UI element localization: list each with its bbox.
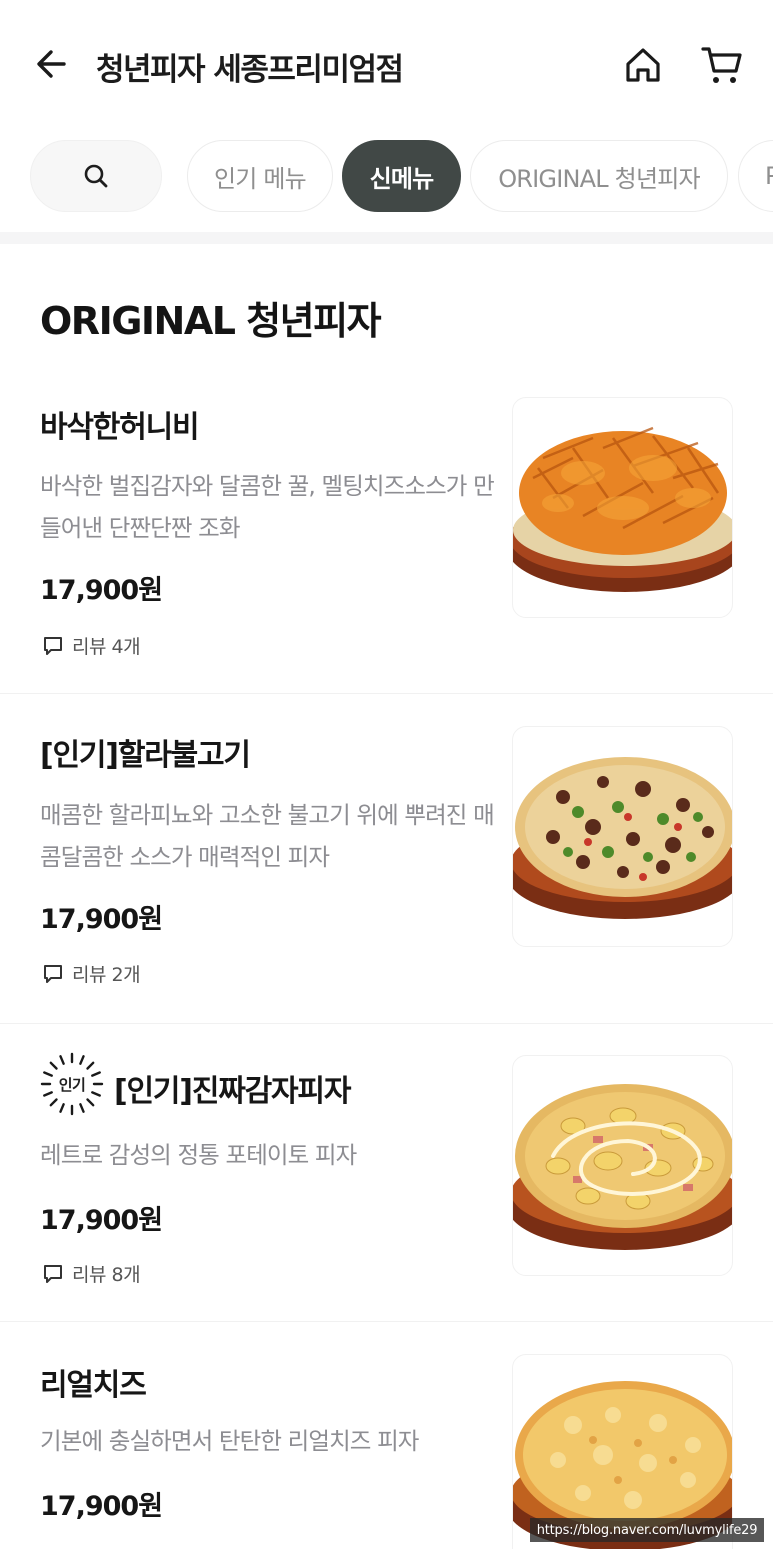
waffle-fries-pizza-image: [513, 426, 732, 592]
section-title: ORIGINAL 청년피자: [40, 299, 382, 343]
item-name: 바삭한허니비: [40, 410, 200, 445]
popular-badge: 인기: [40, 1052, 104, 1116]
cart-button[interactable]: [697, 40, 747, 90]
comment-icon: [42, 963, 64, 985]
item-image: [512, 1055, 733, 1276]
item-review[interactable]: 리뷰 4개: [42, 632, 141, 659]
menu-item[interactable]: [인기]할라불고기 매콤한 할라피뇨와 고소한 불고기 위에 뿌려진 매콤달콤한…: [0, 694, 773, 1024]
comment-icon: [42, 635, 64, 657]
item-name: 리얼치즈: [40, 1368, 147, 1403]
tab-premium[interactable]: P: [738, 140, 773, 212]
item-description: 바삭한 벌집감자와 달콤한 꿀, 멜팅치즈소스가 만들어낸 단짠단짠 조화: [40, 472, 495, 542]
store-title: 청년피자 세종프리미엄점: [96, 52, 404, 88]
home-icon: [626, 48, 660, 82]
tab-new-menu[interactable]: 신메뉴: [342, 140, 461, 212]
watermark: https://blog.naver.com/luvmylife29: [530, 1518, 764, 1542]
menu-search-button[interactable]: [30, 140, 162, 212]
review-count: 리뷰 8개: [72, 1264, 141, 1286]
home-button[interactable]: [618, 40, 668, 90]
item-review[interactable]: 리뷰 2개: [42, 960, 141, 987]
item-image: [512, 726, 733, 947]
item-description: 레트로 감성의 정통 포테이토 피자: [40, 1141, 357, 1169]
potato-pizza-image: [513, 1084, 732, 1250]
tab-original[interactable]: ORIGINAL 청년피자: [470, 140, 728, 212]
item-price: 17,900원: [40, 1205, 163, 1236]
search-icon: [84, 164, 108, 188]
item-review[interactable]: 리뷰 8개: [42, 1260, 141, 1287]
jalapeno-bulgogi-pizza-image: [513, 757, 732, 919]
item-price: 17,900원: [40, 904, 163, 935]
item-image: [512, 397, 733, 618]
tab-popular[interactable]: 인기 메뉴: [187, 140, 333, 212]
comment-icon: [42, 1263, 64, 1285]
arrow-left-icon: [37, 50, 66, 78]
app-header: 청년피자 세종프리미엄점: [0, 0, 773, 130]
cart-icon: [701, 47, 742, 83]
badge-label: 인기: [58, 1075, 86, 1094]
item-description: 기본에 충실하면서 탄탄한 리얼치즈 피자: [40, 1427, 419, 1455]
item-name: [인기]진짜감자피자: [114, 1074, 351, 1109]
menu-item[interactable]: 리얼치즈 기본에 충실하면서 탄탄한 리얼치즈 피자 17,900원: [0, 1322, 773, 1549]
menu-item[interactable]: 인기 [인기]진짜감자피자 레트로 감성의 정통 포테이토 피자 17,900원…: [0, 1024, 773, 1322]
back-button[interactable]: [28, 40, 76, 88]
item-price: 17,900원: [40, 575, 163, 606]
review-count: 리뷰 4개: [72, 636, 141, 658]
category-tabs: 인기 메뉴 신메뉴 ORIGINAL 청년피자 P: [0, 140, 773, 214]
item-price: 17,900원: [40, 1491, 163, 1522]
review-count: 리뷰 2개: [72, 964, 141, 986]
divider: [0, 232, 773, 244]
item-name: [인기]할라불고기: [40, 738, 251, 773]
menu-item[interactable]: 바삭한허니비 바삭한 벌집감자와 달콤한 꿀, 멜팅치즈소스가 만들어낸 단짠단…: [0, 370, 773, 694]
item-description: 매콤한 할라피뇨와 고소한 불고기 위에 뿌려진 매콤달콤한 소스가 매력적인 …: [40, 801, 495, 871]
